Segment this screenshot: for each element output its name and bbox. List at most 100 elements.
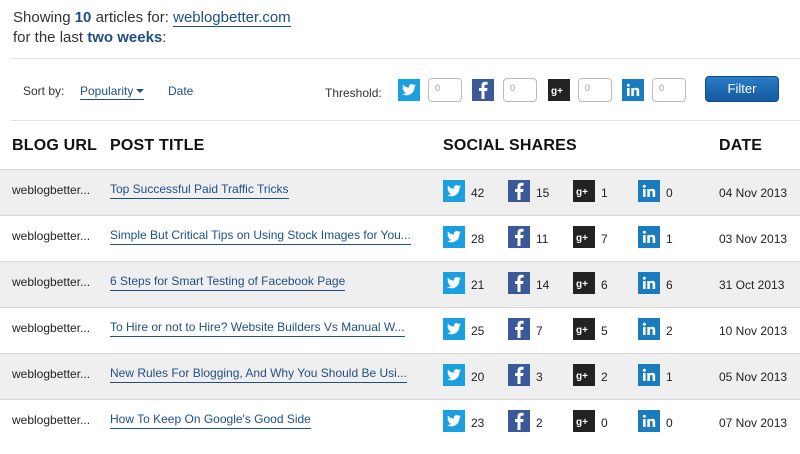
facebook-share-count: 3 — [536, 370, 543, 384]
header-blog-url: BLOG URL — [12, 137, 98, 154]
twitter-icon — [443, 226, 465, 248]
domain-link[interactable]: weblogbetter.com — [173, 9, 291, 27]
linkedin-icon — [638, 410, 660, 432]
googleplus-share-count: 1 — [601, 186, 608, 200]
post-date: 04 Nov 2013 — [719, 186, 788, 200]
linkedin-share-count: 2 — [666, 324, 673, 338]
header-date: DATE — [719, 137, 763, 154]
summary-line-2: for the last two weeks: — [13, 28, 291, 48]
blog-url: weblogbetter... — [12, 275, 91, 289]
twitter-threshold-input[interactable]: 0 — [428, 78, 462, 102]
post-title-link[interactable]: Simple But Critical Tips on Using Stock … — [110, 228, 411, 245]
post-title-link[interactable]: Top Successful Paid Traffic Tricks — [110, 182, 289, 199]
table-row: weblogbetter... How To Keep On Google's G… — [0, 399, 800, 445]
googleplus-share-count: 6 — [601, 278, 608, 292]
summary-colon: : — [162, 29, 167, 46]
results-summary: Showing 10 articles for: weblogbetter.co… — [13, 8, 291, 48]
blog-url: weblogbetter... — [12, 321, 91, 335]
twitter-share-count: 23 — [471, 416, 485, 430]
facebook-icon — [508, 364, 530, 386]
facebook-icon — [472, 79, 494, 101]
linkedin-share-count: 1 — [666, 232, 673, 246]
twitter-icon — [443, 318, 465, 340]
googleplus-icon: g+ — [573, 226, 595, 248]
facebook-icon — [508, 272, 530, 294]
post-title-link[interactable]: 6 Steps for Smart Testing of Facebook Pa… — [110, 274, 346, 291]
post-title-link[interactable]: How To Keep On Google's Good Side — [110, 412, 311, 429]
svg-text:g+: g+ — [576, 371, 588, 381]
linkedin-icon — [638, 272, 660, 294]
googleplus-share-count: 0 — [601, 416, 608, 430]
post-title-link[interactable]: To Hire or not to Hire? Website Builders… — [110, 320, 405, 337]
table-row: weblogbetter... Simple But Critical Tips … — [0, 215, 800, 261]
summary-line-1: Showing 10 articles for: weblogbetter.co… — [13, 8, 291, 28]
period-link[interactable]: two weeks — [87, 29, 162, 46]
table-header: BLOG URL POST TITLE SOCIAL SHARES DATE — [0, 128, 800, 168]
googleplus-threshold-input[interactable]: 0 — [578, 78, 612, 102]
svg-text:g+: g+ — [576, 325, 588, 335]
twitter-icon — [443, 272, 465, 294]
facebook-share-count: 2 — [536, 416, 543, 430]
linkedin-share-count: 0 — [666, 416, 673, 430]
linkedin-icon — [622, 79, 644, 101]
linkedin-share-count: 0 — [666, 186, 673, 200]
facebook-share-count: 11 — [536, 232, 549, 246]
twitter-icon — [443, 180, 465, 202]
table-row: weblogbetter... To Hire or not to Hire? W… — [0, 307, 800, 353]
blog-url: weblogbetter... — [12, 183, 91, 197]
summary-articles-for: articles for: — [95, 9, 169, 26]
googleplus-share-count: 7 — [601, 232, 608, 246]
googleplus-share-count: 5 — [601, 324, 608, 338]
twitter-share-count: 28 — [471, 232, 485, 246]
sort-by-label: Sort by: — [23, 84, 65, 98]
twitter-icon — [443, 364, 465, 386]
facebook-share-count: 14 — [536, 278, 550, 292]
post-title-link[interactable]: New Rules For Blogging, And Why You Shou… — [110, 366, 407, 383]
table-row: weblogbetter... 6 Steps for Smart Testing… — [0, 261, 800, 307]
sort-popularity-dropdown[interactable]: Popularity — [80, 84, 145, 100]
googleplus-icon: g+ — [573, 318, 595, 340]
svg-text:g+: g+ — [551, 86, 563, 96]
post-date: 03 Nov 2013 — [719, 232, 788, 246]
toolbar: Sort by: Popularity Date Threshold: 0 0 … — [0, 76, 800, 106]
svg-text:g+: g+ — [576, 279, 588, 289]
post-date: 10 Nov 2013 — [719, 324, 788, 338]
filter-button[interactable]: Filter — [705, 76, 779, 102]
facebook-icon — [508, 180, 530, 202]
facebook-icon — [508, 318, 530, 340]
twitter-share-count: 42 — [471, 186, 485, 200]
linkedin-share-count: 1 — [666, 370, 673, 384]
blog-url: weblogbetter... — [12, 413, 91, 427]
post-date: 07 Nov 2013 — [719, 416, 788, 430]
facebook-share-count: 7 — [536, 324, 543, 338]
twitter-share-count: 20 — [471, 370, 485, 384]
googleplus-icon: g+ — [573, 410, 595, 432]
header-social-shares: SOCIAL SHARES — [443, 137, 577, 154]
linkedin-share-count: 6 — [666, 278, 673, 292]
header-post-title: POST TITLE — [110, 137, 205, 154]
linkedin-icon — [638, 318, 660, 340]
blog-url: weblogbetter... — [12, 367, 91, 381]
facebook-icon — [508, 410, 530, 432]
linkedin-icon — [638, 180, 660, 202]
twitter-icon — [398, 79, 420, 101]
linkedin-threshold-input[interactable]: 0 — [652, 78, 686, 102]
summary-for-last: for the last — [13, 29, 84, 46]
googleplus-icon: g+ — [548, 79, 570, 101]
chevron-down-icon — [136, 89, 145, 93]
svg-text:g+: g+ — [576, 187, 588, 197]
twitter-share-count: 25 — [471, 324, 485, 338]
facebook-icon — [508, 226, 530, 248]
twitter-share-count: 21 — [471, 278, 485, 292]
googleplus-icon: g+ — [573, 364, 595, 386]
linkedin-icon — [638, 226, 660, 248]
sort-date-link[interactable]: Date — [168, 84, 193, 98]
divider — [10, 120, 800, 121]
facebook-threshold-input[interactable]: 0 — [503, 78, 537, 102]
facebook-share-count: 15 — [536, 186, 550, 200]
googleplus-icon: g+ — [573, 180, 595, 202]
post-date: 31 Oct 2013 — [719, 278, 785, 292]
divider — [10, 58, 800, 59]
googleplus-icon: g+ — [573, 272, 595, 294]
table-row: weblogbetter... Top Successful Paid Traff… — [0, 169, 800, 215]
